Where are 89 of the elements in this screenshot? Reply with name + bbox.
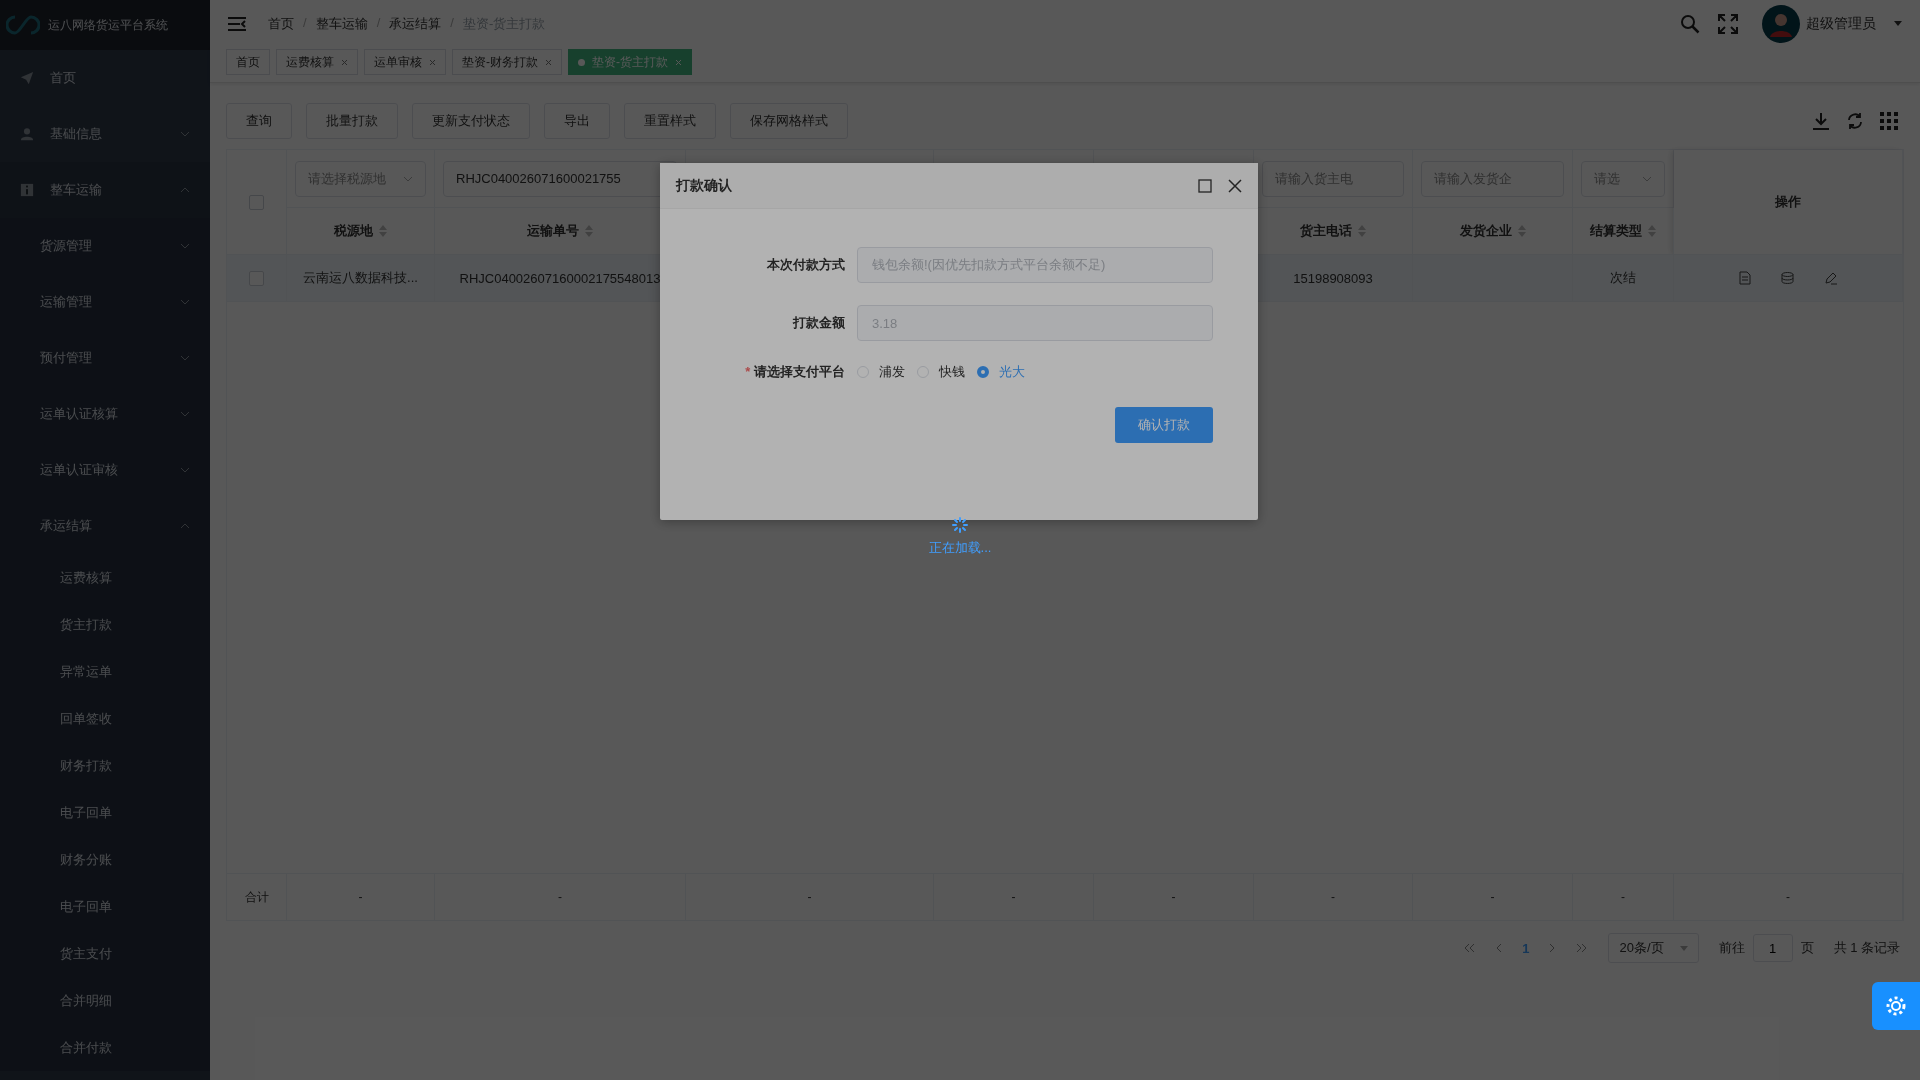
user-icon	[20, 127, 34, 141]
download-icon[interactable]	[1812, 112, 1830, 130]
summary-cell: -	[1786, 890, 1790, 904]
last-page-icon[interactable]	[1576, 943, 1589, 953]
page-number[interactable]: 1	[1522, 940, 1530, 956]
dialog-title: 打款确认	[676, 176, 733, 195]
goto-label: 前往	[1718, 939, 1745, 957]
tab[interactable]: 运费核算	[276, 49, 358, 75]
fullscreen-icon[interactable]	[1718, 13, 1738, 34]
tab[interactable]: 垫资-财务打款	[452, 49, 562, 75]
summary-cell: -	[1331, 890, 1335, 904]
page-input[interactable]: 1	[1752, 934, 1793, 962]
document-icon[interactable]	[1738, 271, 1751, 285]
breadcrumb-item[interactable]: 首页	[268, 14, 294, 33]
next-page-icon[interactable]	[1549, 943, 1557, 953]
breadcrumb-separator: /	[303, 14, 307, 32]
table-cell: 次结	[1610, 269, 1636, 287]
user-name[interactable]: 超级管理员	[1806, 14, 1876, 33]
summary-cell: -	[1490, 890, 1495, 904]
confirm-button[interactable]: 确认打款	[1115, 407, 1213, 443]
field-label: 打款金额	[791, 314, 845, 332]
summary-cell: -	[1171, 890, 1176, 904]
previous-page-icon[interactable]	[1495, 943, 1503, 953]
summary-cell: -	[807, 890, 812, 904]
search-icon[interactable]	[1680, 13, 1700, 34]
chevron-icon	[180, 411, 190, 417]
chevron-icon	[180, 243, 190, 249]
edit-icon[interactable]	[1823, 271, 1838, 285]
summary-cell: -	[1621, 890, 1625, 904]
breadcrumb-separator: /	[450, 14, 454, 32]
refresh-icon[interactable]	[1846, 112, 1864, 130]
total-count: 共 1 条记录	[1833, 939, 1900, 957]
first-page-icon[interactable]	[1463, 943, 1476, 953]
table-cell: 云南运八数据科技...	[303, 269, 418, 287]
radio-option[interactable]: 光大	[977, 363, 1025, 381]
page-suffix: 页	[1800, 939, 1814, 957]
status-dot	[578, 58, 585, 66]
toolbar-button[interactable]: 重置样式	[624, 103, 716, 139]
summary-cell: -	[358, 890, 363, 904]
radio-option[interactable]: 浦发	[857, 363, 905, 381]
column-header[interactable]: 发货企业	[1459, 222, 1512, 240]
chevron-icon	[180, 131, 190, 137]
chevron-icon	[403, 175, 413, 182]
paper-plane-icon	[20, 71, 34, 85]
grid-icon[interactable]	[1880, 112, 1898, 130]
maximize-icon[interactable]	[1198, 178, 1212, 193]
tab[interactable]: 运单审核	[364, 49, 446, 75]
breadcrumb-item[interactable]: 承运结算	[389, 14, 442, 33]
breadcrumb-item[interactable]: 整车运输	[315, 14, 368, 33]
toolbar-button[interactable]: 保存网格样式	[730, 103, 848, 139]
column-header[interactable]: 货主电话	[1300, 222, 1352, 240]
settings-icon	[1885, 995, 1907, 1017]
required-mark: *	[745, 364, 751, 379]
chevron-icon	[180, 187, 190, 193]
chevron-icon	[180, 355, 190, 361]
radio-option[interactable]: 快钱	[917, 363, 965, 381]
toolbar-button[interactable]: 更新支付状态	[412, 103, 530, 139]
info-icon	[20, 183, 34, 197]
database-icon[interactable]	[1780, 272, 1794, 284]
logo-icon	[6, 13, 40, 37]
chevron-icon	[180, 467, 190, 473]
summary-cell: -	[1011, 890, 1016, 904]
filter-input[interactable]: RHJC040026071600021755	[443, 160, 677, 197]
loading-text: 正在加载...	[928, 539, 992, 557]
close-icon[interactable]	[1228, 178, 1242, 193]
column-header[interactable]: 结算类型	[1590, 222, 1642, 240]
toolbar-button[interactable]: 批量打款	[306, 103, 398, 139]
tab[interactable]: 首页	[226, 49, 270, 75]
chevron-icon	[1642, 175, 1652, 182]
avatar[interactable]	[1762, 4, 1800, 43]
field-label: 本次付款方式	[766, 256, 845, 274]
column-header[interactable]: 税源地	[334, 222, 373, 240]
column-header[interactable]: 运输单号	[527, 222, 579, 240]
table-cell: 15198908093	[1293, 270, 1373, 286]
caret-icon[interactable]	[1894, 21, 1902, 26]
caret-icon	[1679, 945, 1688, 951]
summary-label: 合计	[244, 888, 269, 906]
toolbar-button[interactable]: 导出	[544, 103, 610, 139]
page-size-select[interactable]: 20条/页	[1608, 933, 1699, 963]
toolbar-button[interactable]: 查询	[226, 103, 292, 139]
field-label: 请选择支付平台	[754, 364, 845, 379]
table-cell: RHJC04002607160002175548013	[459, 270, 661, 286]
spinner-icon	[952, 517, 968, 533]
chevron-icon	[180, 523, 190, 529]
menu-icon[interactable]	[228, 16, 246, 31]
settings-button[interactable]	[1872, 982, 1920, 1030]
chevron-icon	[180, 299, 190, 305]
summary-cell: -	[558, 890, 562, 904]
breadcrumb-separator: /	[376, 14, 381, 32]
